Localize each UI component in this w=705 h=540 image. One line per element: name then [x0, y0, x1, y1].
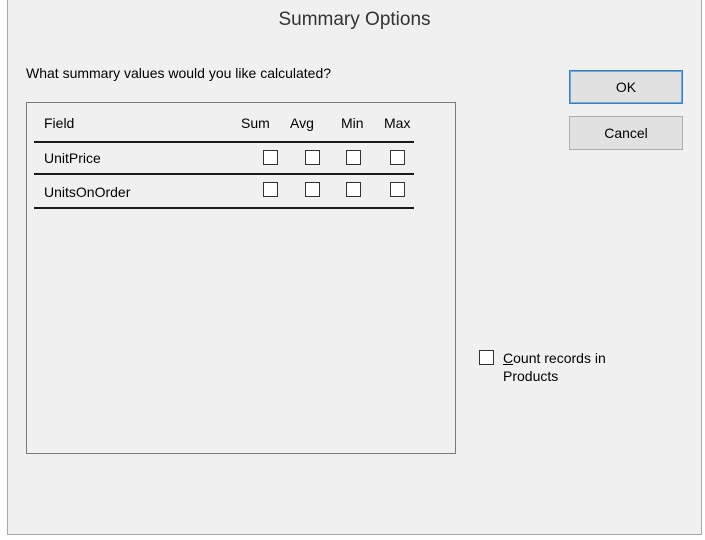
- dialog-title: Summary Options: [8, 0, 701, 40]
- column-header-field: Field: [44, 115, 75, 131]
- unitprice-min-checkbox[interactable]: [346, 150, 361, 165]
- unitprice-max-checkbox[interactable]: [390, 150, 405, 165]
- column-header-avg: Avg: [290, 115, 314, 131]
- unitsonorder-min-checkbox[interactable]: [346, 182, 361, 197]
- count-records-label-line2: Products: [503, 368, 559, 384]
- count-records-mnemonic: C: [503, 350, 514, 366]
- header-divider: [34, 141, 414, 143]
- column-header-sum: Sum: [241, 115, 270, 131]
- row-divider: [34, 207, 414, 209]
- unitprice-sum-checkbox[interactable]: [263, 150, 278, 165]
- unitsonorder-avg-checkbox[interactable]: [305, 182, 320, 197]
- row-divider: [34, 173, 414, 175]
- field-name-unitprice: UnitPrice: [44, 150, 101, 166]
- column-header-max: Max: [384, 115, 411, 131]
- count-records-label[interactable]: Count records in Products: [503, 349, 663, 385]
- summary-prompt: What summary values would you like calcu…: [26, 65, 332, 81]
- cancel-button[interactable]: Cancel: [569, 116, 683, 150]
- field-name-unitsonorder: UnitsOnOrder: [44, 184, 131, 200]
- ok-button[interactable]: OK: [569, 70, 683, 104]
- unitprice-avg-checkbox[interactable]: [305, 150, 320, 165]
- count-records-label-text: ount records in: [513, 350, 606, 366]
- column-header-min: Min: [341, 115, 364, 131]
- unitsonorder-sum-checkbox[interactable]: [263, 182, 278, 197]
- count-records-checkbox[interactable]: [479, 350, 494, 365]
- unitsonorder-max-checkbox[interactable]: [390, 182, 405, 197]
